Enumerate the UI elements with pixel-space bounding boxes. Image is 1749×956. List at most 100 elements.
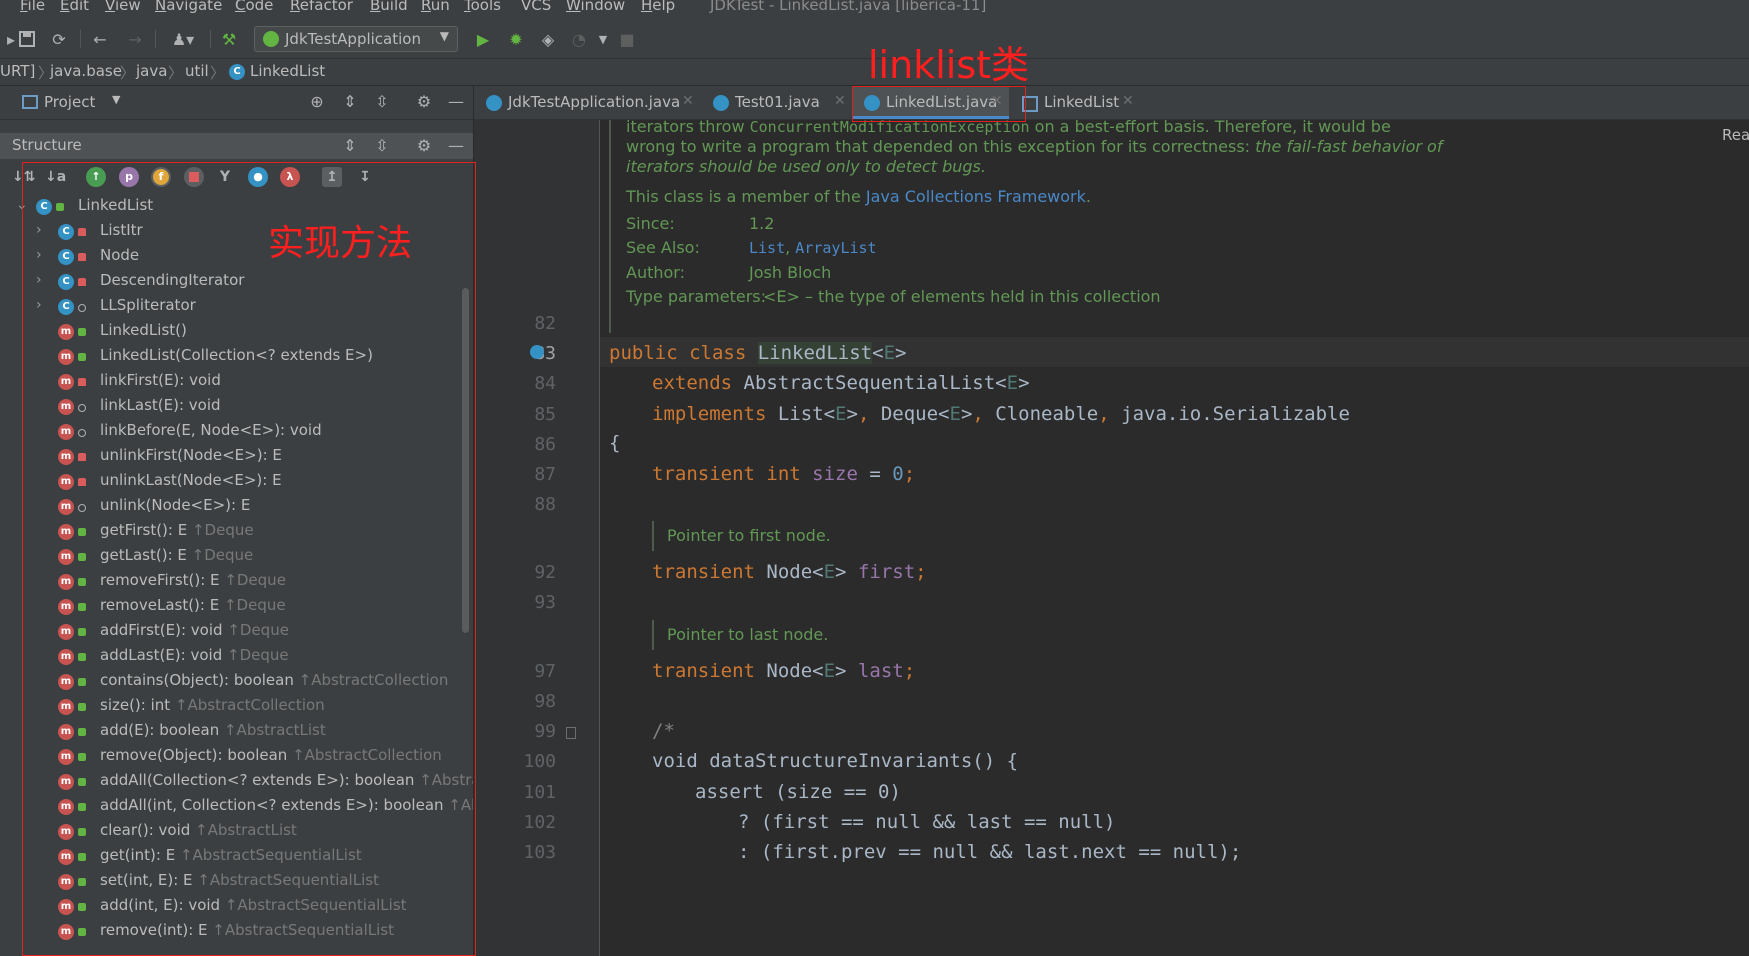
tree-method-node[interactable]: m addAll(Collection<? extends E>): boolea… [0,771,473,795]
autoscroll-to-source-icon[interactable]: ↥ [322,167,342,187]
run-configuration-select[interactable]: JdkTestApplication ▼ [254,26,458,52]
more-run-dropdown-icon[interactable]: ▼ [592,28,614,50]
tab-test01[interactable]: Test01.java ✕ [701,86,851,119]
menu-item[interactable]: Tools [464,0,501,14]
menu-item[interactable]: View [105,0,141,14]
collapse-all-icon[interactable]: ⇳ [372,92,392,112]
sync-icon[interactable]: ⟳ [48,28,70,50]
close-icon[interactable]: ✕ [991,93,1003,109]
menu-item[interactable]: Navigate [155,0,222,14]
menu-item[interactable]: Edit [60,0,89,14]
tree-class-node[interactable]: › C DescendingIterator [0,271,473,295]
show-inherited-icon[interactable]: ↑ [86,167,106,187]
menu-item[interactable]: Window [566,0,625,14]
close-icon[interactable]: ✕ [1122,93,1134,109]
gear-icon[interactable]: ⚙ [414,136,434,156]
show-lambdas-icon[interactable]: ● [248,167,268,187]
tree-method-node[interactable]: m unlinkLast(Node<E>): E [0,471,473,495]
chevron-right-icon[interactable]: › [36,272,42,288]
run-icon[interactable]: ▶ [472,28,494,50]
gear-icon[interactable]: ⚙ [414,92,434,112]
tree-method-node[interactable]: m linkBefore(E, Node<E>): void [0,421,473,445]
breadcrumb-item[interactable]: util [185,62,209,80]
chevron-right-icon[interactable]: › [36,297,42,313]
minimize-icon[interactable]: — [446,136,466,156]
tab-linkedlist-java[interactable]: LinkedList.java ✕ [852,86,1009,119]
tree-method-node[interactable]: m LinkedList(Collection<? extends E>) [0,346,473,370]
breadcrumb-item[interactable]: java [136,62,167,80]
chevron-right-icon[interactable]: › [36,247,42,263]
menu-item[interactable]: Refactor [290,0,353,14]
tree-method-node[interactable]: m size(): int ↑AbstractCollection [0,696,473,720]
profile-icon[interactable]: ◔ [568,28,590,50]
tree-method-node[interactable]: m addLast(E): void ↑Deque [0,646,473,670]
tree-method-node[interactable]: m linkLast(E): void [0,396,473,420]
breadcrumb-item[interactable]: URT] [0,62,35,80]
tree-method-node[interactable]: m remove(Object): boolean ↑AbstractCollec… [0,746,473,770]
coverage-icon[interactable]: ◈ [537,28,559,50]
show-fields-icon[interactable]: f [153,169,169,185]
save-icon[interactable] [16,28,38,50]
structure-tree[interactable]: ⌄ C LinkedList › C ListItr › C Node › C DescendingI… [0,196,473,956]
back-icon[interactable]: ← [89,28,111,50]
chevron-down-icon[interactable]: ⌄ [16,197,28,213]
tree-class-node[interactable]: › C LLSpliterator [0,296,473,320]
tree-method-node[interactable]: m addAll(int, Collection<? extends E>): b… [0,796,473,820]
debug-icon[interactable]: ✹ [505,28,527,50]
tree-method-node[interactable]: m removeLast(): E ↑Deque [0,596,473,620]
tree-method-node[interactable]: m clear(): void ↑AbstractList [0,821,473,845]
collapse-all-icon[interactable]: ⇳ [372,136,392,156]
implementation-marker-icon[interactable] [530,345,544,359]
sort-by-visibility-icon[interactable]: ↓⇅ [12,167,35,187]
autoscroll-from-source-icon[interactable]: ↧ [355,167,375,187]
menu-item[interactable]: Run [421,0,450,14]
show-properties-icon[interactable]: p [119,167,139,187]
stop-icon[interactable]: ■ [616,28,638,50]
code-editor[interactable]: iterators throw ConcurrentModificationEx… [474,120,1749,956]
chevron-right-icon[interactable]: › [36,222,42,238]
tree-method-node[interactable]: m getLast(): E ↑Deque [0,546,473,570]
tree-method-node[interactable]: m linkFirst(E): void [0,371,473,395]
menu-item[interactable]: Help [641,0,675,14]
project-view-select[interactable]: Project [44,93,95,111]
forward-icon[interactable]: → [124,28,146,50]
vcs-user-icon[interactable]: ♟▾ [165,28,201,50]
tree-method-node[interactable]: m add(int, E): void ↑AbstractSequentialLi… [0,896,473,920]
arraylist-link[interactable]: ArrayList [795,239,876,257]
menu-item[interactable]: VCS [521,0,551,14]
minimize-icon[interactable]: — [446,92,466,112]
lambda-icon[interactable]: λ [280,167,300,187]
breadcrumb-item[interactable]: LinkedList [250,62,325,80]
vertical-scrollbar[interactable] [462,288,469,633]
tree-method-node[interactable]: m removeFirst(): E ↑Deque [0,571,473,595]
tree-method-node[interactable]: m LinkedList() [0,321,473,345]
tab-linkedlist-structure[interactable]: LinkedList ✕ [1010,86,1140,119]
tree-method-node[interactable]: m unlink(Node<E>): E [0,496,473,520]
tree-method-node[interactable]: m contains(Object): boolean ↑AbstractColl… [0,671,473,695]
tree-method-node[interactable]: m getFirst(): E ↑Deque [0,521,473,545]
breadcrumb-item[interactable]: java.base [50,62,122,80]
expand-all-icon[interactable]: ⇕ [340,136,360,156]
tree-method-node[interactable]: m remove(int): E ↑AbstractSequentialList [0,921,473,945]
locate-icon[interactable]: ⊕ [307,92,327,112]
tree-method-node[interactable]: m unlinkFirst(Node<E>): E [0,446,473,470]
expand-all-icon[interactable]: ⇕ [340,92,360,112]
show-non-public-icon[interactable] [184,167,204,187]
chevron-down-icon[interactable]: ▼ [112,93,120,106]
tree-method-node[interactable]: m set(int, E): E ↑AbstractSequentialList [0,871,473,895]
tab-jdktestapplication[interactable]: JdkTestApplication.java ✕ [474,86,700,119]
tree-method-node[interactable]: m get(int): E ↑AbstractSequentialList [0,846,473,870]
tree-method-node[interactable]: m add(E): boolean ↑AbstractList [0,721,473,745]
menu-item[interactable]: Build [370,0,408,14]
sort-alphabetically-icon[interactable]: ↓a [45,167,66,187]
fold-icon[interactable] [566,727,576,739]
build-hammer-icon[interactable]: ⚒ [218,28,240,50]
tree-method-node[interactable]: m addFirst(E): void ↑Deque [0,621,473,645]
menu-item[interactable]: Code [235,0,273,14]
close-icon[interactable]: ✕ [834,93,846,109]
show-anonymous-icon[interactable]: Y [215,167,235,187]
menu-item[interactable]: File [20,0,45,14]
collections-framework-link[interactable]: Java Collections Framework [866,187,1086,206]
reader-mode-label[interactable]: Rea [1722,126,1749,144]
close-icon[interactable]: ✕ [682,93,694,109]
